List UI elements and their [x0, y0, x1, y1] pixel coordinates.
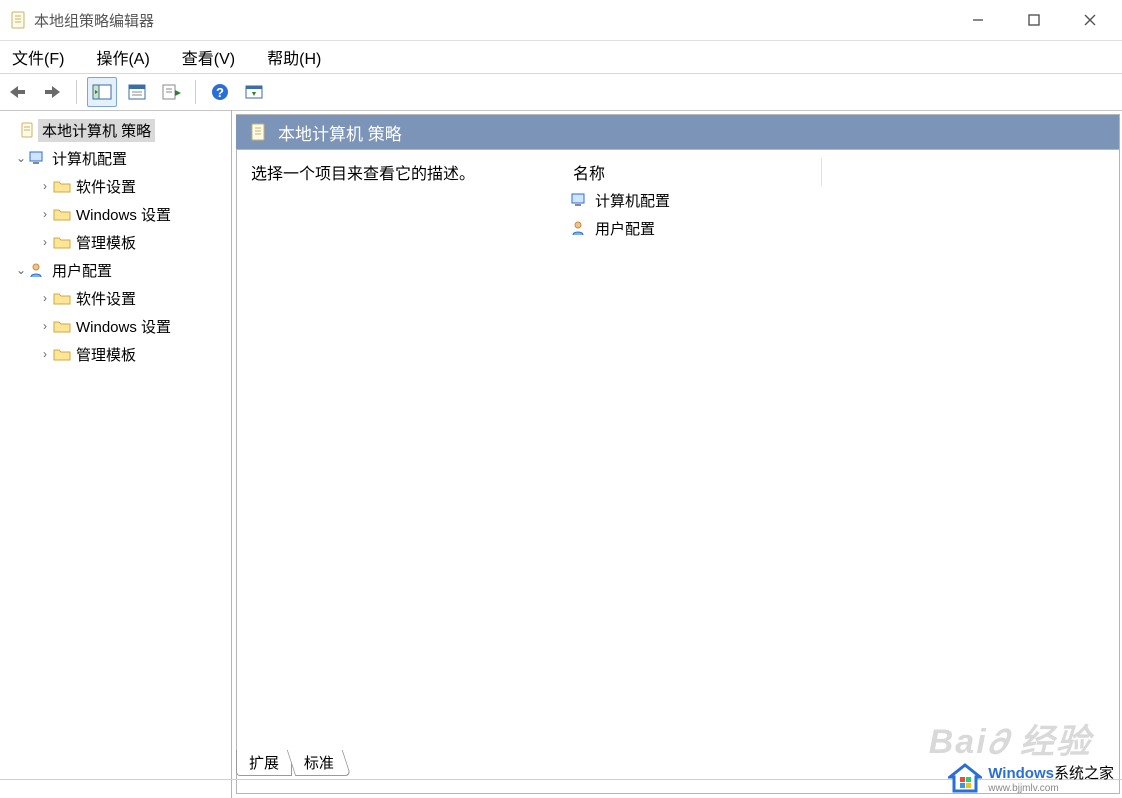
menu-file[interactable]: 文件(F) — [8, 43, 68, 71]
help-button[interactable]: ? — [206, 78, 234, 106]
tab-extended[interactable]: 扩展 — [236, 750, 292, 776]
folder-icon — [52, 347, 72, 361]
tree-root[interactable]: 本地计算机 策略 — [0, 116, 231, 144]
column-header-name[interactable]: 名称 — [565, 158, 822, 186]
content-header: 本地计算机 策略 — [236, 114, 1120, 150]
minimize-button[interactable] — [950, 0, 1006, 40]
tree-label: Windows 设置 — [72, 315, 175, 338]
menu-view[interactable]: 查看(V) — [178, 43, 239, 71]
tree-comp-admin[interactable]: › 管理模板 — [0, 228, 231, 256]
user-icon — [28, 262, 48, 278]
toolbar-separator — [195, 80, 196, 104]
title-bar: 本地组策略编辑器 — [0, 0, 1122, 41]
menu-bar: 文件(F) 操作(A) 查看(V) 帮助(H) — [0, 41, 1122, 74]
content-area: 本地计算机 策略 选择一个项目来查看它的描述。 名称 计算机配置 用户配置 — [232, 110, 1122, 798]
tab-label: 扩展 — [249, 755, 279, 772]
list-item-label: 计算机配置 — [595, 190, 670, 211]
expand-icon[interactable]: › — [38, 179, 52, 193]
scroll-icon — [18, 122, 38, 138]
tree-user-software[interactable]: › 软件设置 — [0, 284, 231, 312]
tree-label: 管理模板 — [72, 343, 140, 366]
tree-user-windows[interactable]: › Windows 设置 — [0, 312, 231, 340]
folder-icon — [52, 319, 72, 333]
folder-icon — [52, 207, 72, 221]
tree-label: Windows 设置 — [72, 203, 175, 226]
tree-label: 软件设置 — [72, 287, 140, 310]
expand-icon[interactable]: › — [38, 347, 52, 361]
filter-button[interactable] — [240, 78, 268, 106]
show-tree-button[interactable] — [87, 77, 117, 107]
toolbar-separator — [76, 80, 77, 104]
toolbar: ? — [0, 74, 1122, 111]
list-pane: 名称 计算机配置 用户配置 — [565, 150, 1119, 793]
expand-icon[interactable]: › — [38, 207, 52, 221]
tab-standard[interactable]: 标准 — [287, 750, 351, 776]
list-item-user-config[interactable]: 用户配置 — [565, 214, 1119, 242]
export-button[interactable] — [157, 78, 185, 106]
back-button[interactable] — [4, 78, 32, 106]
svg-text:?: ? — [216, 85, 224, 100]
folder-icon — [52, 179, 72, 193]
expand-icon[interactable]: › — [38, 235, 52, 249]
bottom-tabs: 扩展 标准 — [236, 750, 347, 776]
status-bar — [0, 779, 1122, 798]
tree-comp-software[interactable]: › 软件设置 — [0, 172, 231, 200]
app-icon — [10, 11, 28, 29]
content-header-title: 本地计算机 策略 — [278, 120, 402, 145]
properties-button[interactable] — [123, 78, 151, 106]
collapse-icon[interactable]: ⌄ — [14, 263, 28, 277]
tree-label: 计算机配置 — [48, 147, 131, 170]
tree-comp-windows[interactable]: › Windows 设置 — [0, 200, 231, 228]
forward-button[interactable] — [38, 78, 66, 106]
collapse-icon[interactable]: ⌄ — [14, 151, 28, 165]
computer-icon — [28, 150, 48, 166]
expand-icon[interactable]: › — [38, 319, 52, 333]
navigation-tree[interactable]: 本地计算机 策略 ⌄ 计算机配置 › 软件设置 › Windows 设置 › 管… — [0, 110, 232, 798]
maximize-button[interactable] — [1006, 0, 1062, 40]
user-icon — [571, 220, 589, 236]
expand-icon[interactable]: › — [38, 291, 52, 305]
folder-icon — [52, 235, 72, 249]
tree-root-label: 本地计算机 策略 — [38, 119, 155, 142]
tree-label: 软件设置 — [72, 175, 140, 198]
tree-user-config[interactable]: ⌄ 用户配置 — [0, 256, 231, 284]
list-item-computer-config[interactable]: 计算机配置 — [565, 186, 1119, 214]
tree-label: 用户配置 — [48, 259, 116, 282]
menu-help[interactable]: 帮助(H) — [263, 43, 325, 71]
tree-computer-config[interactable]: ⌄ 计算机配置 — [0, 144, 231, 172]
close-button[interactable] — [1062, 0, 1118, 40]
computer-icon — [571, 192, 589, 208]
description-pane: 选择一个项目来查看它的描述。 — [237, 150, 565, 793]
tab-label: 标准 — [304, 752, 334, 773]
tree-label: 管理模板 — [72, 231, 140, 254]
tree-user-admin[interactable]: › 管理模板 — [0, 340, 231, 368]
folder-icon — [52, 291, 72, 305]
window-title: 本地组策略编辑器 — [34, 10, 154, 31]
list-item-label: 用户配置 — [595, 218, 655, 239]
scroll-icon — [250, 122, 268, 142]
description-prompt: 选择一个项目来查看它的描述。 — [251, 166, 475, 183]
menu-action[interactable]: 操作(A) — [92, 43, 153, 71]
